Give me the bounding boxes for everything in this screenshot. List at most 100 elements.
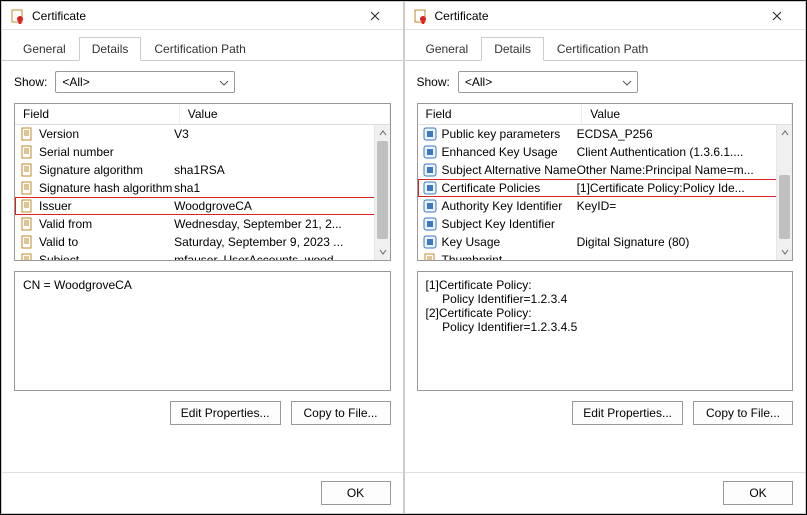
tab-general[interactable]: General	[10, 37, 79, 61]
table-header: Field Value	[15, 104, 390, 125]
certificate-icon	[10, 8, 26, 24]
cell-field: Certificate Policies	[422, 180, 577, 196]
show-label: Show:	[14, 75, 47, 89]
certificate-dialog-left: Certificate General Details Certificatio…	[1, 1, 404, 514]
extension-icon	[422, 216, 438, 232]
cell-field: Signature hash algorithm	[19, 180, 174, 196]
table-row[interactable]: IssuerWoodgroveCA	[15, 197, 390, 215]
footer: OK	[2, 472, 403, 513]
cell-field: Issuer	[19, 198, 174, 214]
table-row[interactable]: Valid fromWednesday, September 21, 2...	[15, 215, 390, 233]
tab-details[interactable]: Details	[481, 37, 544, 61]
edit-properties-button[interactable]: Edit Properties...	[170, 401, 281, 425]
field-label: Signature algorithm	[39, 163, 143, 177]
scroll-up-icon[interactable]	[375, 125, 390, 141]
table-row[interactable]: Valid to Saturday, September 9, 2023 ...	[15, 233, 390, 251]
field-label: Key Usage	[442, 235, 501, 249]
show-dropdown[interactable]: <All>	[55, 71, 235, 93]
cell-value: Saturday, September 9, 2023 ...	[174, 235, 371, 249]
scroll-up-icon[interactable]	[777, 125, 792, 141]
table-row[interactable]: Authority Key Identifier KeyID=	[418, 197, 793, 215]
table-row[interactable]: Signature algorithmsha1RSA	[15, 161, 390, 179]
cell-field: Serial number	[19, 144, 174, 160]
cell-field: Valid from	[19, 216, 174, 232]
title-text: Certificate	[32, 9, 355, 23]
fields-table: Field Value VersionV3Serial numberSignat…	[14, 103, 391, 261]
cell-value: V3	[174, 127, 371, 141]
table-row[interactable]: Certificate Policies[1]Certificate Polic…	[418, 179, 793, 197]
table-row[interactable]: Key Usage Digital Signature (80)	[418, 233, 793, 251]
show-dropdown[interactable]: <All>	[458, 71, 638, 93]
cell-field: Valid to	[19, 234, 174, 250]
scrollbar[interactable]	[776, 125, 792, 260]
col-field[interactable]: Field	[15, 104, 180, 124]
tab-body: Show: <All> Field Value VersionV3Serial …	[2, 61, 403, 472]
titlebar: Certificate	[405, 2, 806, 30]
field-label: Authority Key Identifier	[442, 199, 563, 213]
table-header: Field Value	[418, 104, 793, 125]
fields-table: Field Value Public key parametersECDSA_P…	[417, 103, 794, 261]
ok-button[interactable]: OK	[723, 481, 793, 505]
tab-details[interactable]: Details	[79, 37, 142, 61]
tab-certpath[interactable]: Certification Path	[141, 37, 258, 61]
cell-field: Subject Key Identifier	[422, 216, 577, 232]
field-label: Subject Alternative Name	[442, 163, 577, 177]
property-icon	[19, 162, 35, 178]
extension-icon	[422, 162, 438, 178]
tabs: General Details Certification Path	[405, 30, 806, 61]
cell-value: mfauser, UserAccounts, wood...	[174, 253, 371, 260]
cell-value: Digital Signature (80)	[577, 235, 774, 249]
ok-button[interactable]: OK	[321, 481, 391, 505]
table-row[interactable]: Enhanced Key UsageClient Authentication …	[418, 143, 793, 161]
extension-icon	[422, 180, 438, 196]
table-body: Public key parametersECDSA_P256Enhanced …	[418, 125, 793, 260]
col-value[interactable]: Value	[582, 104, 792, 124]
field-label: Enhanced Key Usage	[442, 145, 558, 159]
table-row[interactable]: Signature hash algorithmsha1	[15, 179, 390, 197]
tab-certpath[interactable]: Certification Path	[544, 37, 661, 61]
scroll-thumb[interactable]	[779, 175, 790, 239]
extension-icon	[422, 126, 438, 142]
table-row[interactable]: Public key parametersECDSA_P256	[418, 125, 793, 143]
property-icon	[19, 198, 35, 214]
detail-value-box[interactable]: [1]Certificate Policy: Policy Identifier…	[417, 271, 794, 391]
extension-icon	[422, 144, 438, 160]
edit-properties-button[interactable]: Edit Properties...	[572, 401, 683, 425]
table-row[interactable]: Subject mfauser, UserAccounts, wood...	[15, 251, 390, 260]
cell-field: Subject Alternative Name	[422, 162, 577, 178]
table-row[interactable]: Subject Alternative NameOther Name:Princ…	[418, 161, 793, 179]
tabs: General Details Certification Path	[2, 30, 403, 61]
close-button[interactable]	[355, 5, 395, 27]
property-icon	[19, 234, 35, 250]
col-field[interactable]: Field	[418, 104, 583, 124]
table-row[interactable]: VersionV3	[15, 125, 390, 143]
field-label: Subject	[39, 253, 79, 260]
table-row[interactable]: Serial number	[15, 143, 390, 161]
certificate-dialog-right: Certificate General Details Certificatio…	[404, 1, 807, 514]
col-value[interactable]: Value	[180, 104, 390, 124]
close-icon	[772, 11, 782, 21]
title-text: Certificate	[435, 9, 758, 23]
table-row[interactable]: Thumbprint	[418, 251, 793, 260]
property-icon	[19, 126, 35, 142]
scroll-down-icon[interactable]	[375, 244, 390, 260]
copy-to-file-button[interactable]: Copy to File...	[693, 401, 793, 425]
scroll-thumb[interactable]	[377, 141, 388, 239]
titlebar: Certificate	[2, 2, 403, 30]
cell-value: KeyID=	[577, 199, 774, 213]
property-icon	[19, 216, 35, 232]
close-icon	[370, 11, 380, 21]
property-icon	[19, 252, 35, 260]
scroll-down-icon[interactable]	[777, 244, 792, 260]
extension-icon	[422, 198, 438, 214]
field-label: Valid to	[39, 235, 78, 249]
close-button[interactable]	[757, 5, 797, 27]
scrollbar[interactable]	[374, 125, 390, 260]
tab-general[interactable]: General	[413, 37, 482, 61]
field-label: Certificate Policies	[442, 181, 541, 195]
table-row[interactable]: Subject Key Identifier	[418, 215, 793, 233]
detail-value-box[interactable]: CN = WoodgroveCA	[14, 271, 391, 391]
show-value: <All>	[62, 75, 89, 89]
copy-to-file-button[interactable]: Copy to File...	[291, 401, 391, 425]
extension-icon	[422, 234, 438, 250]
